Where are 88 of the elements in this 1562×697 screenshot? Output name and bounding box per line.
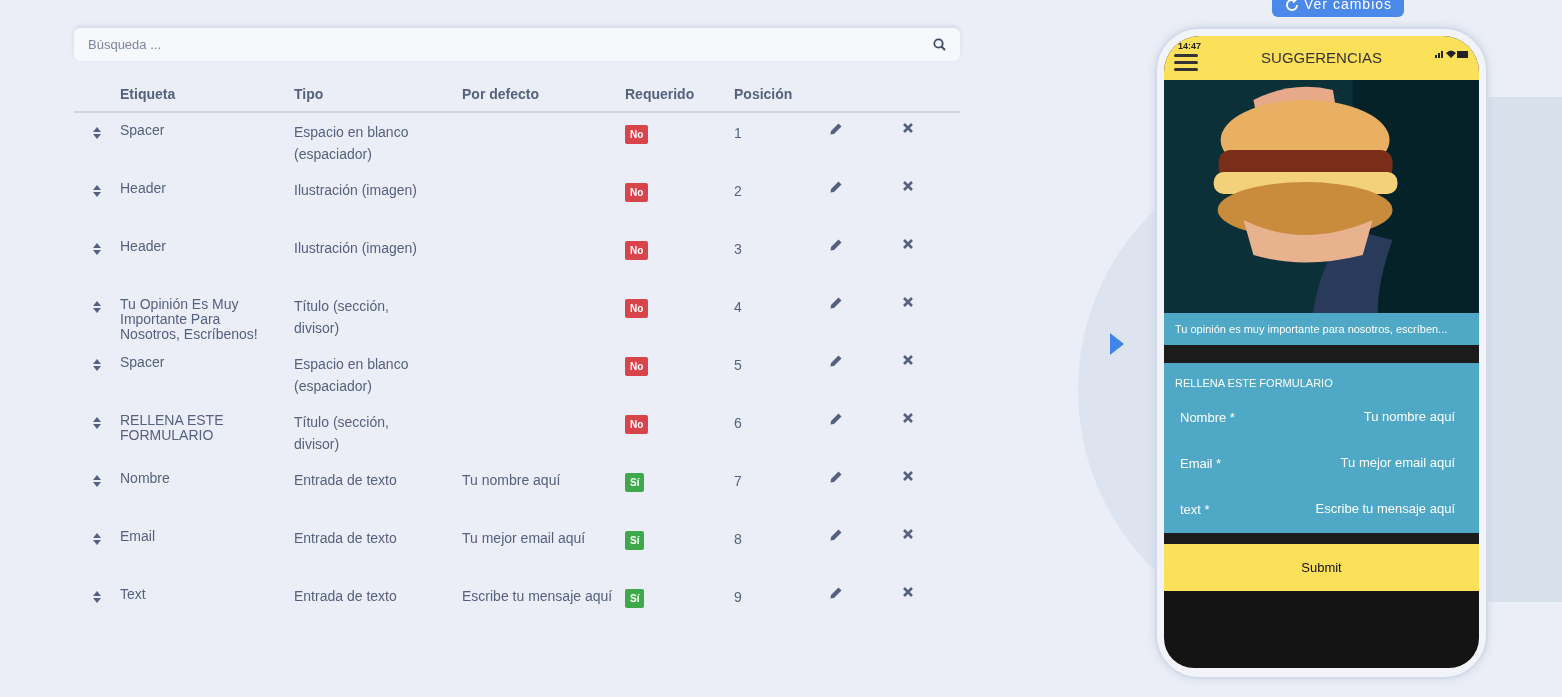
column-header: Requerido — [625, 85, 695, 102]
field-label: RELLENA ESTE FORMULARIO — [120, 413, 225, 443]
field-type: Título (sección, divisor) — [294, 413, 390, 454]
required-badge: No — [625, 299, 649, 318]
pencil-icon[interactable] — [829, 471, 842, 483]
sort-icon[interactable] — [93, 417, 101, 429]
field-label: Email — [120, 529, 156, 544]
required-badge: Sí — [625, 473, 645, 492]
default-value: Tu mejor email aquí — [462, 529, 587, 548]
required-badge: No — [625, 125, 649, 144]
position-number: 9 — [734, 589, 742, 605]
field-label: Nombre — [120, 471, 171, 486]
delete-icon[interactable] — [903, 297, 913, 307]
required-badge: No — [625, 415, 649, 434]
position-number: 3 — [734, 241, 742, 257]
field-label: Text — [120, 587, 147, 602]
field-label: Email * — [1180, 454, 1222, 473]
pencil-icon[interactable] — [829, 123, 842, 135]
position-number: 1 — [734, 125, 742, 141]
delete-icon[interactable] — [903, 181, 913, 191]
field-type: Ilustración (imagen) — [294, 181, 418, 200]
position-number: 6 — [734, 415, 742, 431]
field-label: Spacer — [120, 355, 166, 370]
sort-icon[interactable] — [93, 591, 101, 603]
required-badge: Sí — [625, 589, 645, 608]
position-number: 4 — [734, 299, 742, 315]
menu-icon[interactable] — [1174, 53, 1198, 71]
delete-icon[interactable] — [903, 587, 913, 597]
pencil-icon[interactable] — [829, 297, 842, 309]
field-label: Tu Opinión Es Muy Importante Para Nosotros, Escríbenos! — [120, 297, 259, 342]
column-header: Posición — [734, 85, 793, 102]
field-type: Entrada de texto — [294, 587, 398, 606]
position-number: 7 — [734, 473, 742, 489]
field-type: Espacio en blanco (espaciador) — [294, 355, 410, 396]
field-type: Entrada de texto — [294, 529, 398, 548]
required-badge: No — [625, 357, 649, 376]
position-number: 5 — [734, 357, 742, 373]
play-icon[interactable] — [1110, 333, 1124, 355]
column-header: Etiqueta — [120, 85, 176, 102]
delete-icon[interactable] — [903, 413, 913, 423]
field-label: Nombre * — [1180, 408, 1235, 427]
field-type: Entrada de texto — [294, 471, 398, 490]
app-title: SUGGERENCIAS — [1261, 47, 1382, 68]
default-value: Escribe tu mensaje aquí — [462, 587, 614, 606]
field-type: Espacio en blanco (espaciador) — [294, 123, 410, 164]
column-header: Tipo — [294, 85, 324, 102]
search-input[interactable]: Búsqueda ... — [86, 33, 933, 56]
pencil-icon[interactable] — [829, 355, 842, 367]
pencil-icon[interactable] — [829, 239, 842, 251]
delete-icon[interactable] — [903, 471, 913, 481]
required-badge: No — [625, 241, 649, 260]
required-badge: Sí — [625, 531, 645, 550]
text-input[interactable]: Tu mejor email aquí — [1285, 453, 1455, 472]
delete-icon[interactable] — [903, 123, 913, 133]
field-label: text * — [1180, 500, 1210, 519]
caption-text: Tu opinión es muy importante para nosotros, escríben... — [1164, 313, 1479, 345]
sort-icon[interactable] — [93, 359, 101, 371]
position-number: 2 — [734, 183, 742, 199]
pencil-icon[interactable] — [829, 587, 842, 599]
pencil-icon[interactable] — [829, 413, 842, 425]
sort-icon[interactable] — [93, 127, 101, 139]
field-type: Título (sección, divisor) — [294, 297, 390, 338]
sort-icon[interactable] — [93, 243, 101, 255]
submit-button[interactable]: Submit — [1164, 544, 1479, 591]
search-icon[interactable] — [933, 38, 946, 51]
sort-icon[interactable] — [93, 533, 101, 545]
field-label: Header — [120, 239, 167, 254]
form-title: RELLENA ESTE FORMULARIO — [1175, 376, 1334, 391]
delete-icon[interactable] — [903, 529, 913, 539]
pencil-icon[interactable] — [829, 529, 842, 541]
sort-icon[interactable] — [93, 185, 101, 197]
search-field[interactable]: Búsqueda ... — [74, 28, 960, 61]
sort-icon[interactable] — [93, 475, 101, 487]
field-type: Ilustración (imagen) — [294, 239, 418, 258]
refresh-icon — [1284, 0, 1300, 13]
required-badge: No — [625, 183, 649, 202]
field-label: Header — [120, 181, 167, 196]
position-number: 8 — [734, 531, 742, 547]
column-header: Por defecto — [462, 85, 539, 102]
delete-icon[interactable] — [903, 355, 913, 365]
text-input[interactable]: Escribe tu mensaje aquí — [1285, 499, 1455, 518]
delete-icon[interactable] — [903, 239, 913, 249]
text-input[interactable]: Tu nombre aquí — [1285, 407, 1455, 426]
sort-icon[interactable] — [93, 301, 101, 313]
field-label: Spacer — [120, 123, 166, 138]
status-time: 14:47 — [1178, 40, 1202, 53]
default-value: Tu nombre aquí — [462, 471, 562, 490]
pencil-icon[interactable] — [829, 181, 842, 193]
